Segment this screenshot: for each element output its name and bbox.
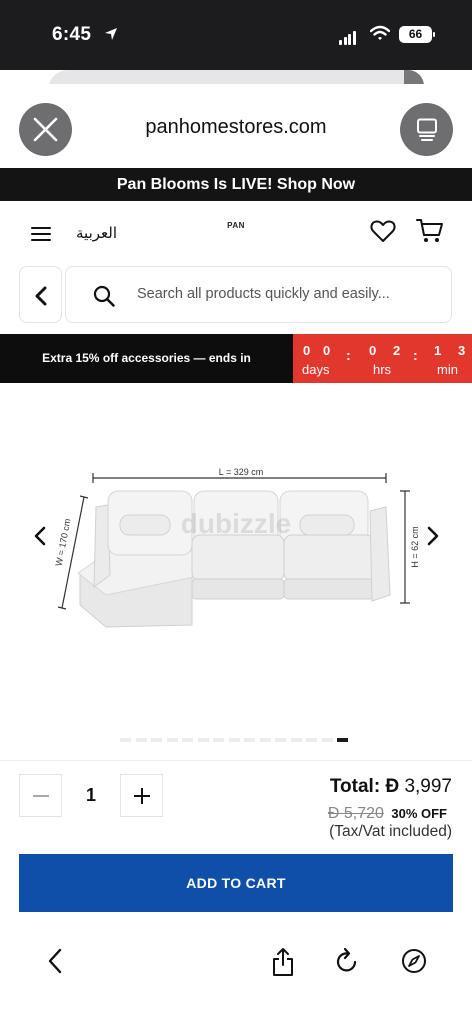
total-amount: 3,997 [404,776,452,797]
minus-icon [33,795,49,797]
countdown-min-label: min [437,362,458,377]
countdown-separator: : [346,347,351,363]
gallery-dot[interactable] [166,738,178,742]
total-price: Total: Đ 3,997 [330,776,452,798]
gallery-dot[interactable] [228,738,240,742]
search-icon [93,285,115,307]
countdown-days-digit: 0 [323,343,331,358]
gallery-dot[interactable] [306,738,317,742]
gallery-dot[interactable] [197,738,209,742]
countdown-separator: : [413,347,418,363]
old-price: Đ 5,720 [327,805,384,822]
total-label: Total: [329,776,381,797]
gallery-dot[interactable] [135,738,147,742]
site-logo[interactable]: PAN [0,221,472,230]
countdown-hrs-label: hrs [373,362,392,377]
old-price-line: Đ 5,720 30% OFF [328,805,447,823]
cart-icon[interactable] [416,218,444,244]
wifi-icon [370,25,390,40]
tax-note: (Tax/Vat included) [329,823,452,840]
compass-icon[interactable] [400,947,428,975]
share-icon[interactable] [271,947,295,977]
back-icon[interactable] [45,947,65,975]
tabs-button[interactable] [400,103,453,156]
gallery-dot[interactable] [321,738,333,742]
offer-strip: Extra 15% off accessories — ends in 0 0 … [0,334,472,383]
watermark: dubizzle [181,508,291,539]
quantity-decrease-button[interactable] [19,774,62,817]
sofa-image: L = 329 cm W = 170 cm H = 62 cm dubizzle [54,467,420,628]
length-label: L = 329 cm [219,467,263,477]
back-button[interactable] [19,266,62,323]
gallery-dot[interactable] [290,738,302,742]
discount-badge: 30% OFF [391,806,447,821]
countdown-min-digit: 1 [434,343,442,358]
status-time: 6:45 [52,24,92,45]
location-arrow-icon [105,28,117,40]
gallery-dot[interactable] [275,738,286,742]
offer-text: Extra 15% off accessories — ends in [0,334,293,383]
plus-icon [134,788,150,804]
gallery-dot[interactable] [120,738,131,742]
gallery-dot[interactable] [182,738,193,742]
chevron-right-icon[interactable] [426,526,440,546]
divider [0,760,472,761]
browser-toolbar [0,930,472,1024]
countdown-hrs-digit: 0 [369,343,377,358]
countdown-hrs-digit: 2 [393,343,401,358]
gallery-dot[interactable] [213,738,224,742]
reload-icon[interactable] [334,947,360,975]
promo-banner[interactable]: Pan Blooms Is LIVE! Shop Now [0,168,472,201]
countdown-days-label: days [302,362,330,377]
signal-icon [339,27,357,45]
currency-symbol: Đ [385,776,400,797]
search-placeholder: Search all products quickly and easily..… [137,286,390,302]
battery-indicator: 66 [399,26,435,43]
search-input[interactable]: Search all products quickly and easily..… [65,266,452,323]
gallery-dot[interactable] [337,738,348,742]
site-header [0,201,472,265]
countdown-min-digit: 3 [458,343,466,358]
heart-icon[interactable] [370,219,396,243]
height-label: H = 62 cm [410,526,420,567]
countdown-timer: 0 0 : 0 2 : 1 3 days hrs min [293,334,472,383]
countdown-days-digit: 0 [303,343,311,358]
chevron-left-icon[interactable] [33,526,47,546]
quantity-increase-button[interactable] [120,774,163,817]
quantity-value[interactable]: 1 [62,785,120,806]
status-bar: 6:45 66 [0,0,472,70]
width-label: W = 170 cm [54,518,73,567]
add-to-cart-button[interactable]: ADD TO CART [19,854,453,912]
gallery-dot[interactable] [244,738,255,742]
gallery-dot[interactable] [151,738,162,742]
back-icon [35,286,47,306]
gallery-dot[interactable] [259,738,271,742]
tabs-icon [417,118,437,141]
